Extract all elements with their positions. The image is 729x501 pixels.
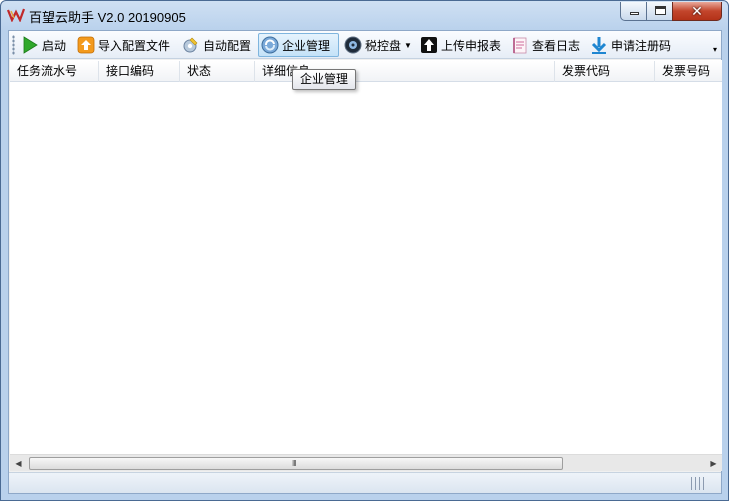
column-header-invoice-number[interactable]: 发票号码 (655, 61, 722, 82)
upload-report-button[interactable]: 上传申报表 (418, 33, 503, 57)
close-button[interactable]: ✕ (672, 2, 722, 21)
apply-registration-code-label: 申请注册码 (611, 38, 672, 53)
tooltip: 企业管理 (292, 69, 356, 90)
horizontal-scrollbar[interactable]: ◀ III ▶ (10, 454, 722, 471)
start-label: 启动 (42, 38, 67, 53)
tax-disk-dropdown[interactable]: 税控盘 ▼ (342, 33, 414, 57)
client-area: 启动 导入配置文件 自动配置 企业管理 税控盘 ▼ 上传申报表 查看日志 申请注… (8, 30, 722, 494)
thumb-grip-icon: III (292, 459, 297, 468)
view-log-button[interactable]: 查看日志 (509, 33, 582, 57)
tax-disk-label: 税控盘 (365, 38, 402, 53)
column-header-interface-code[interactable]: 接口编码 (99, 61, 180, 82)
toolbar-grip[interactable] (12, 35, 15, 55)
play-icon (23, 36, 38, 54)
enterprise-icon (261, 36, 279, 54)
enterprise-management-label: 企业管理 (282, 38, 331, 53)
auto-config-icon (183, 37, 198, 53)
import-icon (77, 36, 95, 54)
upload-report-label: 上传申报表 (441, 38, 502, 53)
column-header-status[interactable]: 状态 (180, 61, 255, 82)
scroll-right-icon[interactable]: ▶ (705, 455, 722, 472)
tax-disk-icon (344, 36, 362, 54)
enterprise-management-button[interactable]: 企业管理 (258, 33, 339, 57)
view-log-label: 查看日志 (532, 38, 581, 53)
task-grid[interactable]: 任务流水号 接口编码 状态 详细信息 发票代码 发票号码 (10, 60, 722, 454)
minimize-icon (630, 12, 639, 15)
auto-config-button[interactable]: 自动配置 (180, 33, 253, 57)
scroll-thumb[interactable]: III (29, 457, 563, 470)
app-window: 百望云助手 V2.0 20190905 ✕ 启动 导入配置文件 自动配置 企业管… (0, 0, 729, 501)
column-header-task-serial[interactable]: 任务流水号 (10, 61, 99, 82)
maximize-button[interactable] (646, 2, 673, 21)
grid-header: 任务流水号 接口编码 状态 详细信息 发票代码 发票号码 (10, 61, 722, 82)
status-bar (9, 472, 721, 493)
window-title: 百望云助手 V2.0 20190905 (29, 10, 186, 25)
import-config-label: 导入配置文件 (98, 38, 171, 53)
log-icon (513, 37, 527, 54)
minimize-button[interactable] (620, 2, 647, 21)
column-header-invoice-code[interactable]: 发票代码 (555, 61, 655, 82)
toolbar-overflow-icon[interactable]: ▾ (710, 44, 720, 56)
auto-config-label: 自动配置 (203, 38, 252, 53)
resize-grip-icon[interactable] (691, 477, 705, 490)
close-icon: ✕ (691, 3, 703, 19)
app-logo-icon (7, 8, 25, 22)
chevron-down-icon: ▼ (404, 40, 412, 50)
maximize-icon (655, 6, 666, 15)
apply-registration-code-button[interactable]: 申请注册码 (588, 33, 673, 57)
start-button[interactable]: 启动 (19, 33, 68, 57)
scroll-left-icon[interactable]: ◀ (10, 455, 27, 472)
toolbar: 启动 导入配置文件 自动配置 企业管理 税控盘 ▼ 上传申报表 查看日志 申请注… (9, 31, 721, 59)
title-bar[interactable]: 百望云助手 V2.0 20190905 ✕ (1, 1, 728, 29)
upload-icon (421, 37, 437, 53)
download-icon (591, 37, 607, 54)
import-config-button[interactable]: 导入配置文件 (75, 33, 172, 57)
